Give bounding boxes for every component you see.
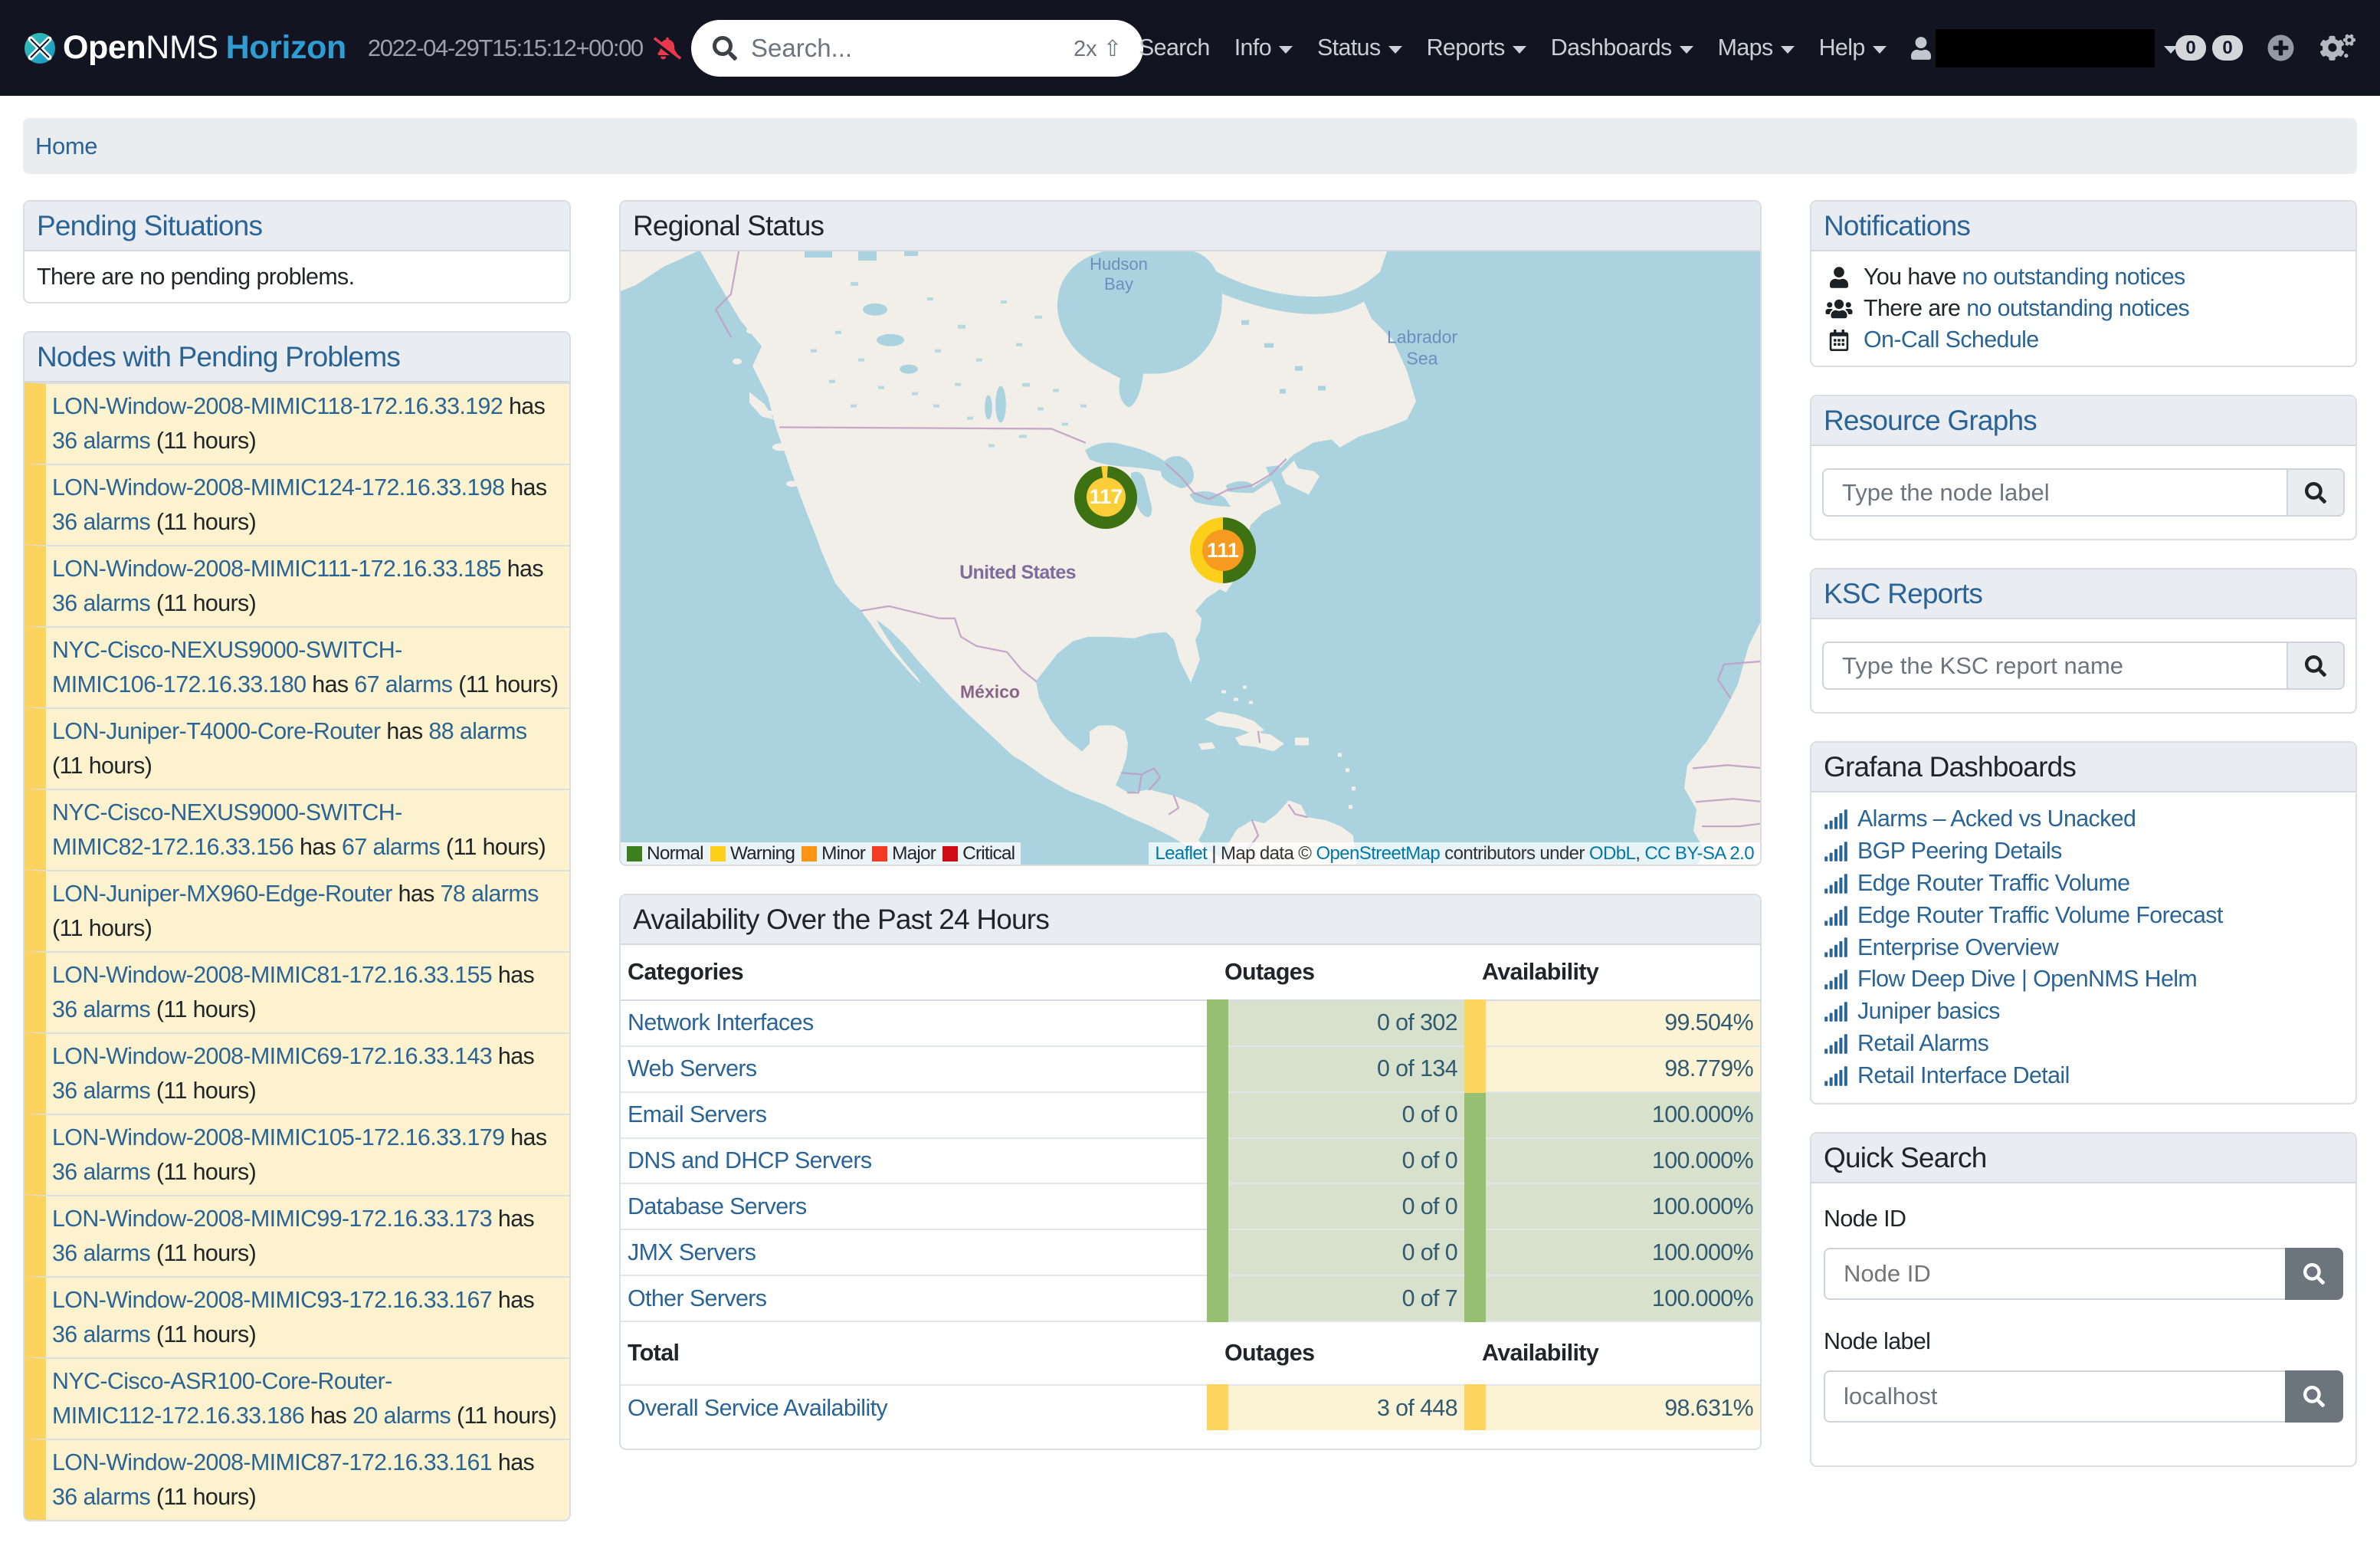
svg-text:Sea: Sea xyxy=(1407,349,1438,369)
svg-text:México: México xyxy=(960,682,1020,702)
svg-text:United States: United States xyxy=(959,562,1076,583)
svg-text:Hudson: Hudson xyxy=(1090,254,1148,274)
svg-text:Labrador: Labrador xyxy=(1387,327,1457,347)
svg-text:Bay: Bay xyxy=(1104,274,1133,294)
